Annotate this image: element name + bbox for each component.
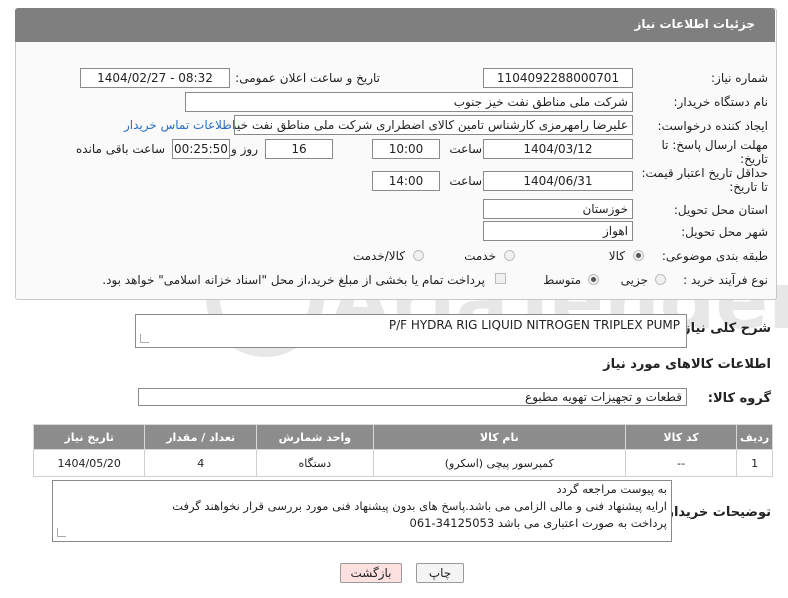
remaining-time-field: 00:25:50 [172, 139, 230, 159]
back-button[interactable]: بازگشت [340, 563, 402, 583]
table-row: 1 -- کمپرسور پیچی (اسکرو) دستگاه 4 1404/… [32, 449, 773, 477]
price-validity-label-2: تا تاریخ: [729, 180, 768, 194]
buyer-note-line: ارایه پیشنهاد فنی و مالی الزامی می باشد.… [172, 499, 667, 513]
summary-label: شرح کلی نیاز: [677, 321, 771, 336]
category-goods-radio[interactable] [633, 250, 644, 261]
purchase-type-label: نوع فرآیند خرید : [683, 273, 768, 287]
category-service-radio[interactable] [504, 250, 515, 261]
panel-title: جزئیات اطلاعات نیاز [634, 17, 755, 31]
deadline-date-field: 1404/03/12 [483, 139, 633, 159]
province-label: استان محل تحویل: [673, 203, 768, 217]
col-unit: واحد شمارش [255, 424, 374, 450]
summary-field: P/F HYDRA RIG LIQUID NITROGEN TRIPLEX PU… [135, 314, 687, 348]
cell-code: -- [624, 449, 738, 477]
panel-header: جزئیات اطلاعات نیاز [15, 8, 775, 42]
cell-row: 1 [736, 449, 773, 477]
creator-label: ایجاد کننده درخواست: [657, 119, 768, 133]
goods-group-field: قطعات و تجهیزات تهویه مطبوع [138, 388, 687, 406]
category-goods-label: کالا [608, 249, 625, 263]
buyer-note-line: پرداخت به صورت اعتباری می باشد 34125053-… [409, 516, 667, 530]
buyer-org-label: نام دستگاه خریدار: [673, 95, 769, 109]
buyer-note-line: به پیوست مراجعه گردد [556, 482, 667, 496]
contact-buyer-link[interactable]: اطلاعات تماس خریدار [124, 118, 235, 132]
cell-qty: 4 [144, 449, 257, 477]
creator-field: علیرضا رامهرمزی کارشناس تامین کالای اضطر… [234, 115, 633, 135]
treasury-checkbox[interactable] [495, 273, 506, 284]
col-row: ردیف [736, 424, 773, 450]
col-qty: تعداد / مقدار [144, 424, 257, 450]
announce-field: 1404/02/27 - 08:32 [80, 68, 230, 88]
price-time-field: 14:00 [372, 171, 440, 191]
treasury-note: پرداخت تمام یا بخشی از مبلغ خرید،از محل … [102, 273, 485, 287]
deadline-time-field: 10:00 [372, 139, 440, 159]
city-label: شهر محل تحویل: [681, 225, 768, 239]
print-button[interactable]: چاپ [416, 563, 464, 583]
resize-grip-icon[interactable] [57, 528, 66, 537]
city-field: اهواز [483, 221, 633, 241]
category-both-radio[interactable] [413, 250, 424, 261]
summary-text: P/F HYDRA RIG LIQUID NITROGEN TRIPLEX PU… [388, 318, 680, 332]
purchase-minor-label: جزیی [620, 273, 648, 287]
price-date-field: 1404/06/31 [483, 171, 633, 191]
purchase-medium-label: متوسط [543, 273, 581, 287]
buyer-org-field: شرکت ملی مناطق نفت خیز جنوب [185, 92, 633, 112]
category-service-label: خدمت [464, 249, 496, 263]
need-number-field: 1104092288000701 [483, 68, 633, 88]
col-name: نام کالا [372, 424, 626, 450]
resize-grip-icon[interactable] [140, 334, 149, 343]
remaining-label: ساعت باقی مانده [75, 142, 165, 156]
purchase-medium-radio[interactable] [588, 274, 599, 285]
goods-table: ردیف کد کالا نام کالا واحد شمارش تعداد /… [32, 424, 773, 477]
cell-date: 1404/05/20 [32, 449, 146, 477]
price-time-label: ساعت [449, 174, 482, 188]
days-label: روز و [231, 142, 258, 156]
goods-table-header: ردیف کد کالا نام کالا واحد شمارش تعداد /… [32, 424, 773, 450]
purchase-minor-radio[interactable] [655, 274, 666, 285]
buyer-notes-field: به پیوست مراجعه گردد ارایه پیشنهاد فنی و… [52, 480, 672, 542]
price-validity-label-1: حداقل تاریخ اعتبار قیمت: [641, 166, 768, 180]
buyer-notes-label: توضیحات خریدار: [661, 505, 771, 520]
deadline-label-1: مهلت ارسال پاسخ: تا [661, 138, 768, 152]
category-label: طبقه بندی موضوعی: [661, 249, 768, 263]
deadline-time-label: ساعت [449, 142, 482, 156]
goods-section-title: اطلاعات کالاهای مورد نیاز [603, 357, 771, 372]
category-both-label: کالا/خدمت [352, 249, 405, 263]
cell-unit: دستگاه [255, 449, 374, 477]
col-date: تاریخ نیاز [32, 424, 146, 450]
need-number-label: شماره نیاز: [711, 71, 768, 85]
cell-name: کمپرسور پیچی (اسکرو) [372, 449, 626, 477]
days-field: 16 [265, 139, 333, 159]
deadline-label-2: تاریخ: [740, 152, 768, 166]
col-code: کد کالا [624, 424, 738, 450]
province-field: خوزستان [483, 199, 633, 219]
goods-group-label: گروه کالا: [707, 391, 771, 406]
announce-label: تاریخ و ساعت اعلان عمومی: [235, 71, 380, 85]
